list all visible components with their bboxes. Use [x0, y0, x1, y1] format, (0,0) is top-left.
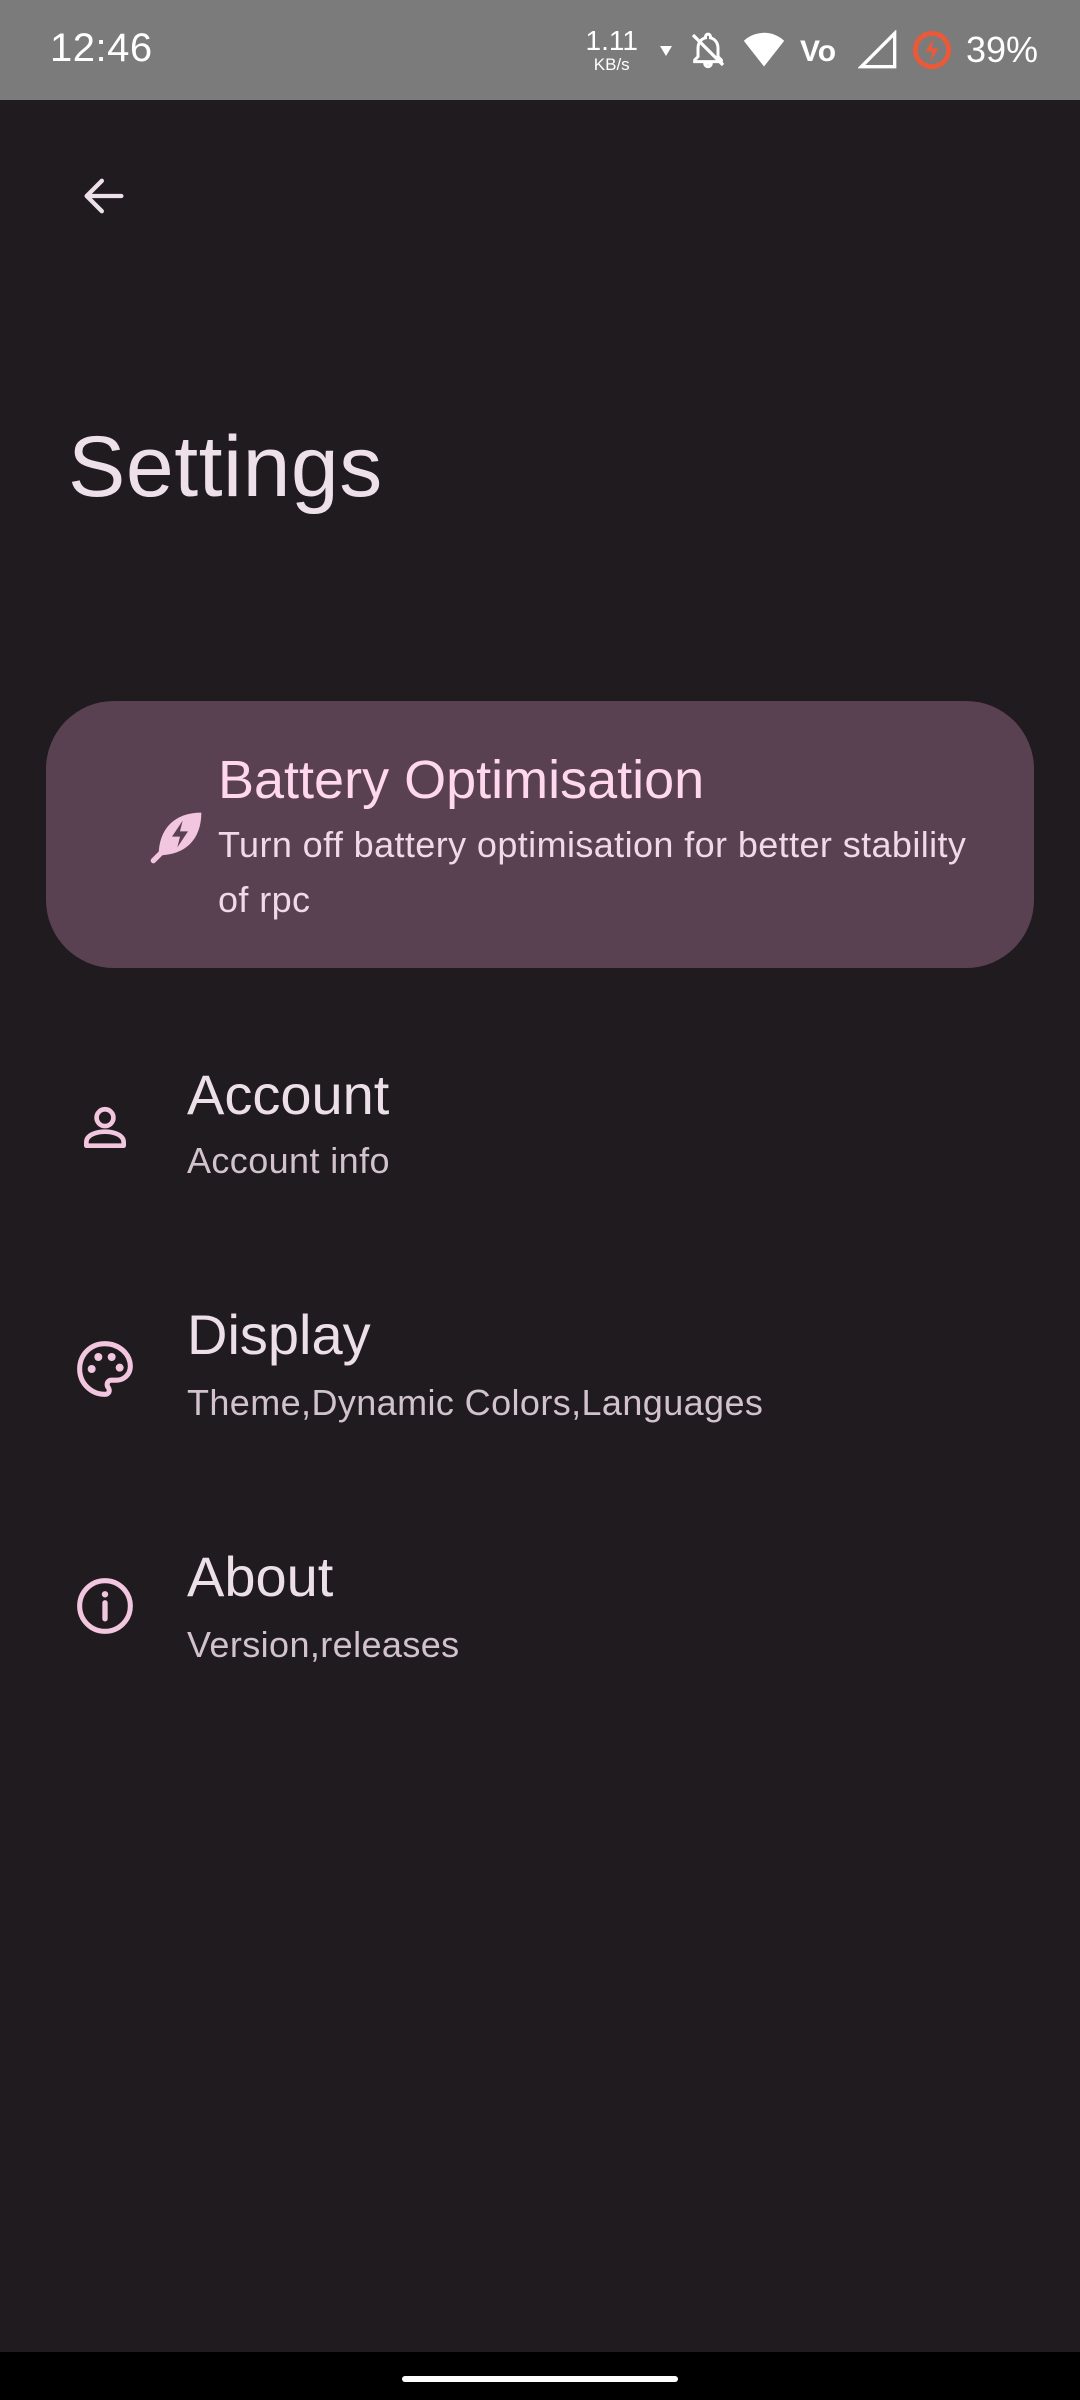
setting-display[interactable]: Display Theme,Dynamic Colors,Languages: [0, 1272, 1080, 1472]
status-time: 12:46: [50, 26, 153, 70]
back-button[interactable]: [64, 156, 144, 236]
info-icon: [70, 1571, 140, 1641]
settings-screen: 12:46 1.11 KB/s Vo 39% Settings Battery …: [0, 0, 1080, 2400]
navigation-bar: [0, 2352, 1080, 2400]
battery-saver-icon: [912, 30, 952, 70]
setting-account[interactable]: Account Account info: [0, 1030, 1080, 1230]
palette-icon: [70, 1334, 140, 1404]
status-icons: 1.11 KB/s Vo 39%: [586, 22, 1038, 78]
setting-account-title: Account: [187, 1063, 390, 1126]
setting-display-title: Display: [187, 1303, 371, 1366]
setting-account-subtitle: Account info: [187, 1140, 390, 1181]
battery-optimisation-title: Battery Optimisation: [218, 750, 705, 810]
setting-about-title: About: [187, 1545, 334, 1608]
battery-optimisation-description: Turn off battery optimisation for better…: [218, 824, 967, 920]
home-indicator[interactable]: [402, 2376, 678, 2382]
status-bar: 12:46 1.11 KB/s Vo 39%: [0, 0, 1080, 100]
wifi-icon: [743, 32, 785, 67]
network-speed-value: 1.11: [585, 25, 638, 56]
volte-icon: Vo: [800, 35, 836, 68]
page-title: Settings: [68, 419, 383, 515]
person-icon: [70, 1092, 140, 1162]
data-activity-icon: [659, 46, 672, 56]
arrow-left-icon: [84, 178, 124, 214]
setting-about-subtitle: Version,releases: [187, 1624, 460, 1665]
battery-optimisation-card[interactable]: Battery Optimisation Turn off battery op…: [46, 701, 1034, 968]
setting-display-subtitle: Theme,Dynamic Colors,Languages: [187, 1382, 764, 1423]
network-speed: 1.11 KB/s: [585, 25, 638, 74]
notifications-off-icon: [691, 32, 725, 69]
cell-signal-icon: [857, 30, 897, 69]
svg-text:Vo: Vo: [800, 35, 836, 68]
battery-percent: 39%: [965, 29, 1038, 70]
network-speed-unit: KB/s: [593, 55, 630, 74]
leaf-bolt-icon: [150, 812, 202, 864]
setting-about[interactable]: About Version,releases: [0, 1514, 1080, 1714]
